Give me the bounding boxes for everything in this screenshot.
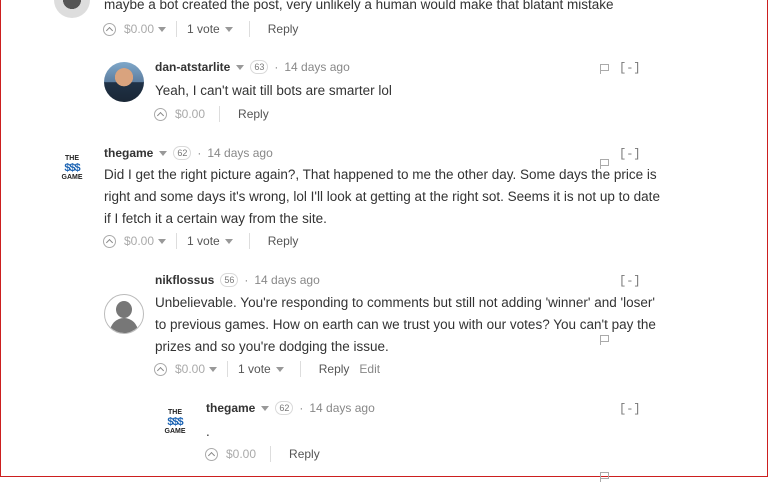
comment-body: Did I get the right picture again?, That… bbox=[104, 164, 664, 230]
comment-footer: $0.00 Reply bbox=[154, 105, 269, 123]
avatar[interactable] bbox=[104, 62, 144, 102]
reply-button[interactable]: Reply bbox=[238, 107, 269, 121]
reputation-badge: 62 bbox=[173, 146, 192, 160]
flag-icon[interactable] bbox=[600, 64, 609, 74]
flag-icon[interactable] bbox=[600, 472, 609, 482]
upvote-icon[interactable] bbox=[103, 22, 116, 36]
comment-body: . bbox=[206, 424, 210, 439]
avatar[interactable]: THE $$$ GAME bbox=[159, 408, 191, 436]
comment-body: Yeah, I can't wait till bots are smarter… bbox=[155, 83, 392, 98]
author-name[interactable]: thegame bbox=[104, 146, 153, 160]
separator-dot: · bbox=[244, 273, 249, 287]
collapse-button[interactable]: [-] bbox=[619, 61, 641, 75]
upvote-icon[interactable] bbox=[205, 447, 218, 461]
user-silhouette-icon bbox=[116, 301, 132, 318]
divider bbox=[248, 233, 250, 249]
payout-value[interactable]: $0.00 bbox=[226, 447, 256, 461]
comment-line: Did I get the right picture again?, That… bbox=[104, 167, 657, 182]
reply-button[interactable]: Reply bbox=[289, 447, 320, 461]
reputation-badge: 63 bbox=[250, 60, 269, 74]
chevron-down-icon[interactable] bbox=[275, 366, 284, 372]
divider bbox=[227, 361, 229, 377]
chevron-down-icon[interactable] bbox=[261, 405, 270, 411]
comment-footer: $0.00 1 vote Reply bbox=[103, 232, 298, 250]
author-name[interactable]: nikflossus bbox=[155, 273, 214, 287]
upvote-icon[interactable] bbox=[103, 234, 116, 248]
payout-value[interactable]: $0.00 bbox=[124, 234, 154, 248]
avatar[interactable]: THE $$$ GAME bbox=[56, 154, 88, 182]
divider bbox=[299, 361, 301, 377]
upvote-icon[interactable] bbox=[154, 107, 167, 121]
comment-line: prizes and so you're dodging the issue. bbox=[155, 339, 389, 354]
payout-value[interactable]: $0.00 bbox=[175, 107, 205, 121]
timestamp[interactable]: 14 days ago bbox=[254, 273, 319, 287]
logo-text: $$$ bbox=[167, 416, 183, 428]
collapse-button[interactable]: [-] bbox=[619, 274, 641, 288]
timestamp[interactable]: 14 days ago bbox=[207, 146, 272, 160]
separator-dot: · bbox=[274, 60, 279, 74]
reputation-badge: 56 bbox=[220, 273, 239, 287]
chevron-down-icon[interactable] bbox=[158, 238, 167, 244]
comment-header: dan-atstarlite 63 · 14 days ago bbox=[155, 60, 350, 74]
comment-line: to previous games. How on earth can we t… bbox=[155, 317, 656, 332]
comment-header: nikflossus 56 · 14 days ago bbox=[155, 273, 320, 287]
timestamp[interactable]: 14 days ago bbox=[284, 60, 349, 74]
user-silhouette-icon bbox=[110, 318, 138, 333]
divider bbox=[219, 106, 221, 122]
payout-value[interactable]: $0.00 bbox=[175, 362, 205, 376]
votes-count[interactable]: 1 vote bbox=[187, 234, 220, 248]
comment-footer: $0.00 1 vote Reply Edit bbox=[154, 360, 380, 378]
logo-text: GAME bbox=[61, 174, 83, 181]
chevron-down-icon[interactable] bbox=[158, 26, 167, 32]
author-name[interactable]: thegame bbox=[206, 401, 255, 415]
comment-line: if I fetch it a certain way from the sit… bbox=[104, 211, 327, 226]
chevron-down-icon[interactable] bbox=[209, 366, 218, 372]
comment-header: thegame 62 · 14 days ago bbox=[104, 146, 273, 160]
payout-value[interactable]: $0.00 bbox=[124, 22, 154, 36]
divider bbox=[248, 21, 250, 37]
chevron-down-icon[interactable] bbox=[159, 150, 168, 156]
collapse-button[interactable]: [-] bbox=[619, 402, 641, 416]
reputation-badge: 62 bbox=[275, 401, 294, 415]
comment-body: maybe a bot created the post, very unlik… bbox=[104, 0, 614, 12]
reply-button[interactable]: Reply bbox=[268, 22, 299, 36]
author-name[interactable]: dan-atstarlite bbox=[155, 60, 230, 74]
timestamp[interactable]: 14 days ago bbox=[309, 401, 374, 415]
votes-count[interactable]: 1 vote bbox=[238, 362, 271, 376]
divider bbox=[176, 233, 178, 249]
avatar[interactable] bbox=[104, 294, 144, 334]
comment-body: Unbelievable. You're responding to comme… bbox=[155, 292, 675, 358]
comment-line: Unbelievable. You're responding to comme… bbox=[155, 295, 655, 310]
collapse-button[interactable]: [-] bbox=[619, 147, 641, 161]
comment-footer: $0.00 1 vote Reply bbox=[103, 20, 298, 38]
comment-header: thegame 62 · 14 days ago bbox=[206, 401, 375, 415]
upvote-icon[interactable] bbox=[154, 362, 167, 376]
divider bbox=[176, 21, 178, 37]
separator-dot: · bbox=[197, 146, 202, 160]
divider bbox=[270, 446, 272, 462]
chevron-down-icon[interactable] bbox=[236, 64, 245, 70]
reply-button[interactable]: Reply bbox=[268, 234, 299, 248]
comment-footer: $0.00 Reply bbox=[205, 445, 320, 463]
chevron-down-icon[interactable] bbox=[224, 26, 233, 32]
logo-text: GAME bbox=[164, 428, 186, 435]
reply-button[interactable]: Reply bbox=[319, 362, 350, 376]
votes-count[interactable]: 1 vote bbox=[187, 22, 220, 36]
logo-text: $$$ bbox=[64, 162, 80, 174]
comment-line: right and some days it's wrong, lol I'll… bbox=[104, 189, 660, 204]
separator-dot: · bbox=[299, 401, 304, 415]
edit-button[interactable]: Edit bbox=[359, 362, 380, 376]
chevron-down-icon[interactable] bbox=[224, 238, 233, 244]
